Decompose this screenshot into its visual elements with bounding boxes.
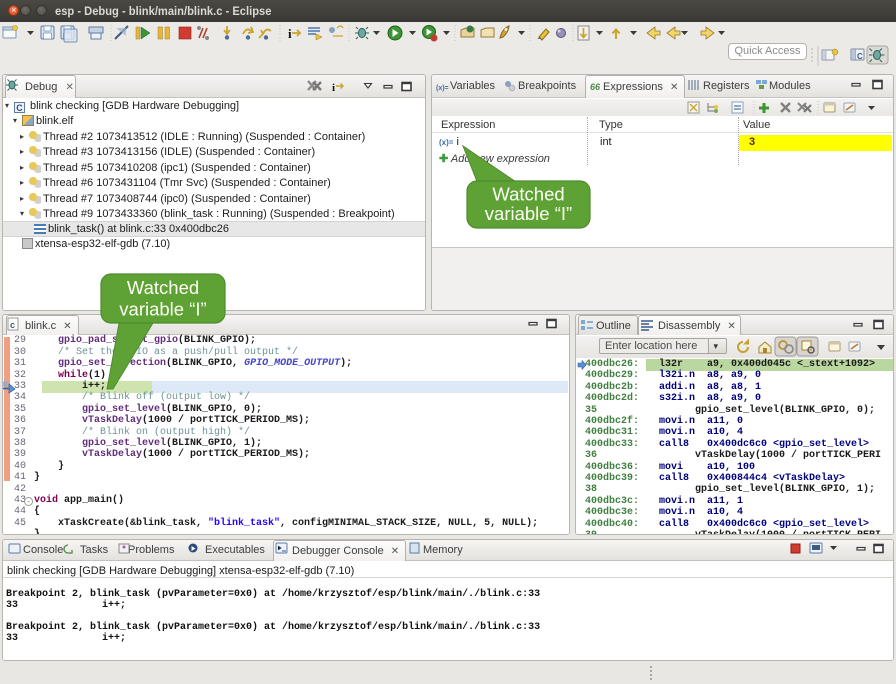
svg-text:i: i <box>288 26 292 41</box>
svg-text:C: C <box>857 52 863 61</box>
